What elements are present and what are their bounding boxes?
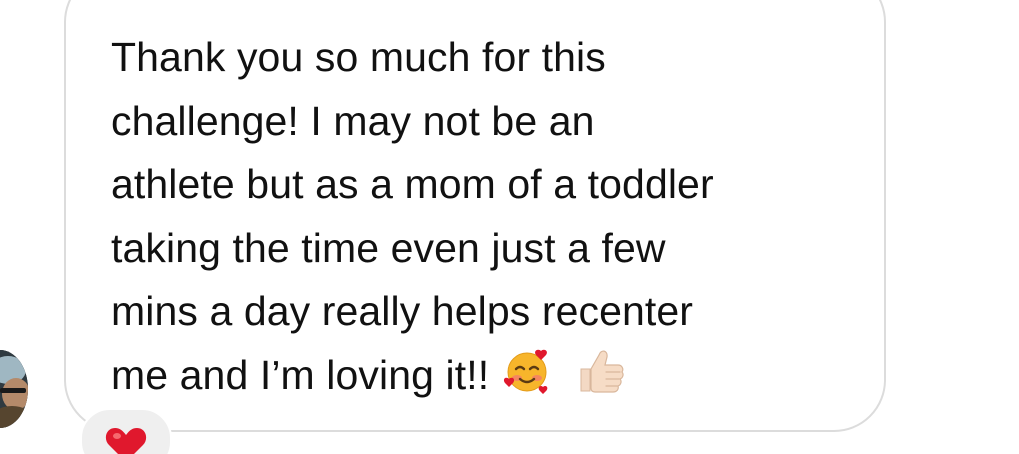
- message-line: taking the time even just a few: [111, 224, 666, 271]
- message-last-line: me and I’m loving it!!: [111, 344, 851, 414]
- thumbs-up-emoji: [573, 347, 625, 414]
- sender-avatar[interactable]: [0, 350, 28, 428]
- avatar-photo: [0, 350, 28, 428]
- message-line: mins a day really helps recenter: [111, 288, 694, 334]
- message-line: me and I’m loving it!!: [111, 351, 490, 398]
- smiling-face-with-hearts-emoji: [503, 347, 551, 414]
- message-line: Thank you so much for this: [111, 34, 606, 80]
- red-heart-icon: [104, 424, 148, 454]
- reaction-badge[interactable]: [80, 408, 172, 454]
- message-line: athlete but as a mom of a toddler: [111, 161, 714, 207]
- message-text: Thank you so much for this challenge! I …: [111, 26, 851, 413]
- message-line: challenge! I may not be an: [111, 97, 595, 144]
